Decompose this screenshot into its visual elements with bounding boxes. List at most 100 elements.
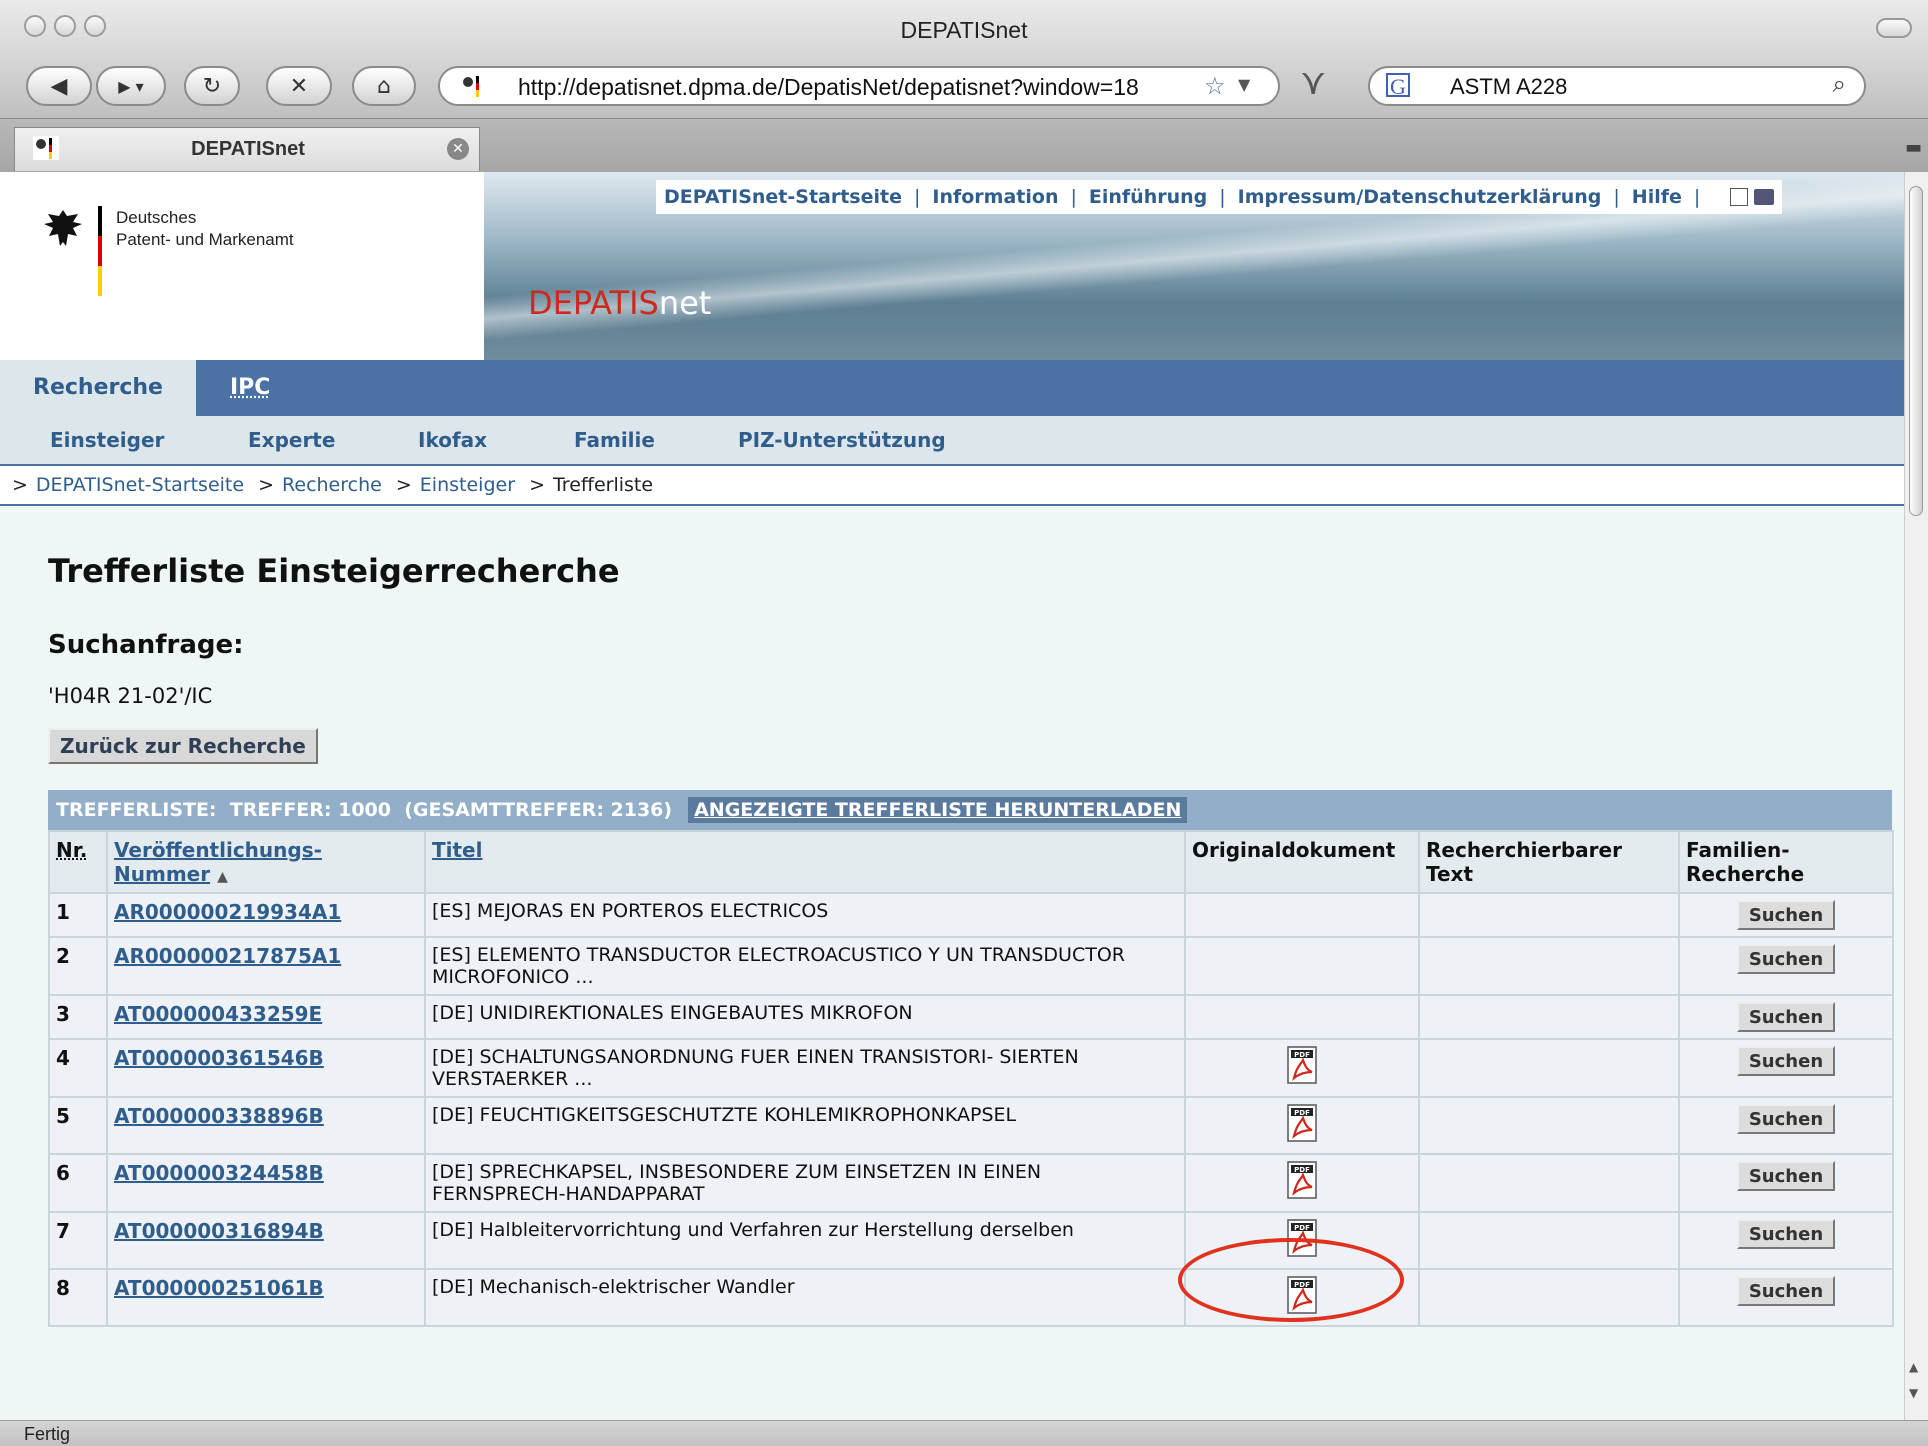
- row-family: Suchen: [1678, 1211, 1894, 1270]
- col-number[interactable]: Veröffentlichungs- Nummer ▲: [106, 830, 426, 894]
- subtab-einsteiger[interactable]: Einsteiger: [50, 416, 164, 464]
- svg-text:PDF: PDF: [1294, 1166, 1310, 1174]
- header-banner: DEPATISnet-Startseite | Information | Ei…: [484, 172, 1904, 360]
- publication-number-link[interactable]: AT000000361546B: [114, 1046, 324, 1070]
- col-title[interactable]: Titel: [424, 830, 1186, 894]
- row-nr: 4: [48, 1038, 108, 1098]
- family-search-button[interactable]: Suchen: [1736, 944, 1836, 974]
- tab-ipc[interactable]: IPC: [230, 360, 270, 416]
- publication-number-link[interactable]: AR000000219934A1: [114, 900, 341, 924]
- address-bar[interactable]: http://depatisnet.dpma.de/DepatisNet/dep…: [438, 66, 1280, 106]
- row-original: [1184, 892, 1420, 938]
- row-family: Suchen: [1678, 1038, 1894, 1098]
- col-family-label-2: Recherche: [1686, 862, 1805, 886]
- row-title: [DE] UNIDIREKTIONALES EINGEBAUTES MIKROF…: [424, 994, 1186, 1040]
- tab-recherche[interactable]: Recherche: [0, 360, 196, 416]
- publication-number-link[interactable]: AT000000316894B: [114, 1219, 324, 1243]
- query-text: 'H04R 21-02'/IC: [48, 684, 213, 708]
- subtab-familie[interactable]: Familie: [574, 416, 655, 464]
- vertical-scrollbar[interactable]: ▲ ▼: [1904, 172, 1928, 1420]
- close-tab-icon[interactable]: ✕: [447, 138, 469, 160]
- publication-number-link[interactable]: AT000000338896B: [114, 1104, 324, 1128]
- row-title-text: [DE] FEUCHTIGKEITSGESCHUTZTE KOHLEMIKROP…: [432, 1104, 1017, 1126]
- row-text: [1418, 1153, 1680, 1213]
- forward-button[interactable]: ▶ ▾: [96, 66, 166, 106]
- publication-number-link[interactable]: AT000000433259E: [114, 1002, 322, 1026]
- separator: |: [913, 186, 921, 208]
- subtab-ikofax[interactable]: Ikofax: [418, 416, 487, 464]
- publication-number-link[interactable]: AR000000217875A1: [114, 944, 341, 968]
- row-nr: 8: [48, 1268, 108, 1327]
- scrollbar-thumb[interactable]: [1909, 186, 1923, 516]
- tab-bar: DEPATISnet ✕ ▬: [0, 118, 1928, 172]
- print-icon[interactable]: [1730, 188, 1749, 206]
- top-link-einfuehrung[interactable]: Einführung: [1089, 186, 1207, 208]
- pdf-icon[interactable]: PDF: [1287, 1104, 1317, 1142]
- row-nr-value: 4: [56, 1046, 70, 1070]
- reload-button[interactable]: ↻: [184, 66, 240, 106]
- col-original: Originaldokument: [1184, 830, 1420, 894]
- family-search-button[interactable]: Suchen: [1736, 900, 1836, 930]
- forward-icon: ▶ ▾: [118, 76, 144, 96]
- publication-number-link[interactable]: AT000000324458B: [114, 1161, 324, 1185]
- dpma-logo[interactable]: Deutsches Patent- und Markenamt: [0, 172, 484, 360]
- subtab-piz[interactable]: PIZ-Unterstützung: [738, 416, 946, 464]
- subtab-experte[interactable]: Experte: [248, 416, 335, 464]
- home-button[interactable]: ⌂: [352, 66, 416, 106]
- row-original: [1184, 936, 1420, 996]
- col-number-label-2: Nummer: [114, 862, 211, 886]
- scroll-down-icon[interactable]: ▼: [1909, 1386, 1918, 1400]
- row-title-text: [ES] MEJORAS EN PORTEROS ELECTRICOS: [432, 900, 829, 922]
- breadcrumb-separator: >: [12, 474, 28, 496]
- tab-depatisnet[interactable]: DEPATISnet ✕: [14, 127, 480, 171]
- row-number: AT000000251061B: [106, 1268, 426, 1327]
- pdf-icon[interactable]: PDF: [1287, 1161, 1317, 1199]
- svg-text:PDF: PDF: [1294, 1109, 1310, 1117]
- breadcrumb-einsteiger[interactable]: Einsteiger: [420, 474, 515, 496]
- stop-icon: ✕: [289, 73, 309, 99]
- svg-text:PDF: PDF: [1294, 1051, 1310, 1059]
- search-bar[interactable]: G ASTM A228 ⌕: [1368, 66, 1866, 106]
- svg-text:PDF: PDF: [1294, 1281, 1310, 1289]
- pdf-icon[interactable]: PDF: [1287, 1219, 1317, 1257]
- scroll-up-icon[interactable]: ▲: [1909, 1360, 1918, 1374]
- col-family: Familien- Recherche: [1678, 830, 1894, 894]
- pdf-icon[interactable]: PDF: [1287, 1276, 1317, 1314]
- top-link-hilfe[interactable]: Hilfe: [1632, 186, 1682, 208]
- google-icon[interactable]: G: [1386, 73, 1410, 99]
- family-search-button[interactable]: Suchen: [1736, 1002, 1836, 1032]
- top-link-startseite[interactable]: DEPATISnet-Startseite: [664, 186, 902, 208]
- search-icon[interactable]: ⌕: [1833, 70, 1846, 98]
- back-icon: ◀: [50, 73, 68, 99]
- row-family: Suchen: [1678, 1096, 1894, 1155]
- back-button[interactable]: ◀: [26, 66, 92, 106]
- col-number-label-1: Veröffentlichungs-: [114, 838, 322, 862]
- bookmark-star-icon[interactable]: ☆: [1204, 72, 1226, 100]
- extension-bird-icon[interactable]: ⋎: [1300, 62, 1326, 103]
- sort-title-link[interactable]: Titel: [432, 838, 482, 862]
- family-search-button[interactable]: Suchen: [1736, 1104, 1836, 1134]
- family-search-button[interactable]: Suchen: [1736, 1219, 1836, 1249]
- top-link-information[interactable]: Information: [932, 186, 1058, 208]
- reload-icon: ↻: [202, 73, 222, 99]
- top-link-impressum[interactable]: Impressum/Datenschutzerklärung: [1238, 186, 1602, 208]
- family-search-button[interactable]: Suchen: [1736, 1276, 1836, 1306]
- back-to-search-button[interactable]: Zurück zur Recherche: [48, 728, 318, 764]
- row-title: [DE] Mechanisch-elektrischer Wandler: [424, 1268, 1186, 1327]
- download-results-link[interactable]: ANGEZEIGTE TREFFERLISTE HERUNTERLADEN: [688, 797, 1188, 823]
- table-row: 4 AT000000361546B [DE] SCHALTUNGSANORDNUNG…: [48, 1038, 1894, 1098]
- breadcrumb-startseite[interactable]: DEPATISnet-Startseite: [36, 474, 244, 496]
- row-number: AT000000361546B: [106, 1038, 426, 1098]
- history-dropdown-icon[interactable]: ▼: [1238, 75, 1250, 94]
- stop-button[interactable]: ✕: [266, 66, 332, 106]
- family-search-button[interactable]: Suchen: [1736, 1161, 1836, 1191]
- login-icon[interactable]: [1754, 189, 1775, 205]
- publication-number-link[interactable]: AT000000251061B: [114, 1276, 324, 1300]
- pdf-icon[interactable]: PDF: [1287, 1046, 1317, 1084]
- family-search-button[interactable]: Suchen: [1736, 1046, 1836, 1076]
- breadcrumb-recherche[interactable]: Recherche: [282, 474, 382, 496]
- separator: |: [1693, 186, 1701, 208]
- tab-list-icon[interactable]: ▬: [1905, 137, 1922, 158]
- search-input[interactable]: ASTM A228: [1450, 74, 1567, 100]
- toolbar-toggle-button[interactable]: [1876, 18, 1912, 38]
